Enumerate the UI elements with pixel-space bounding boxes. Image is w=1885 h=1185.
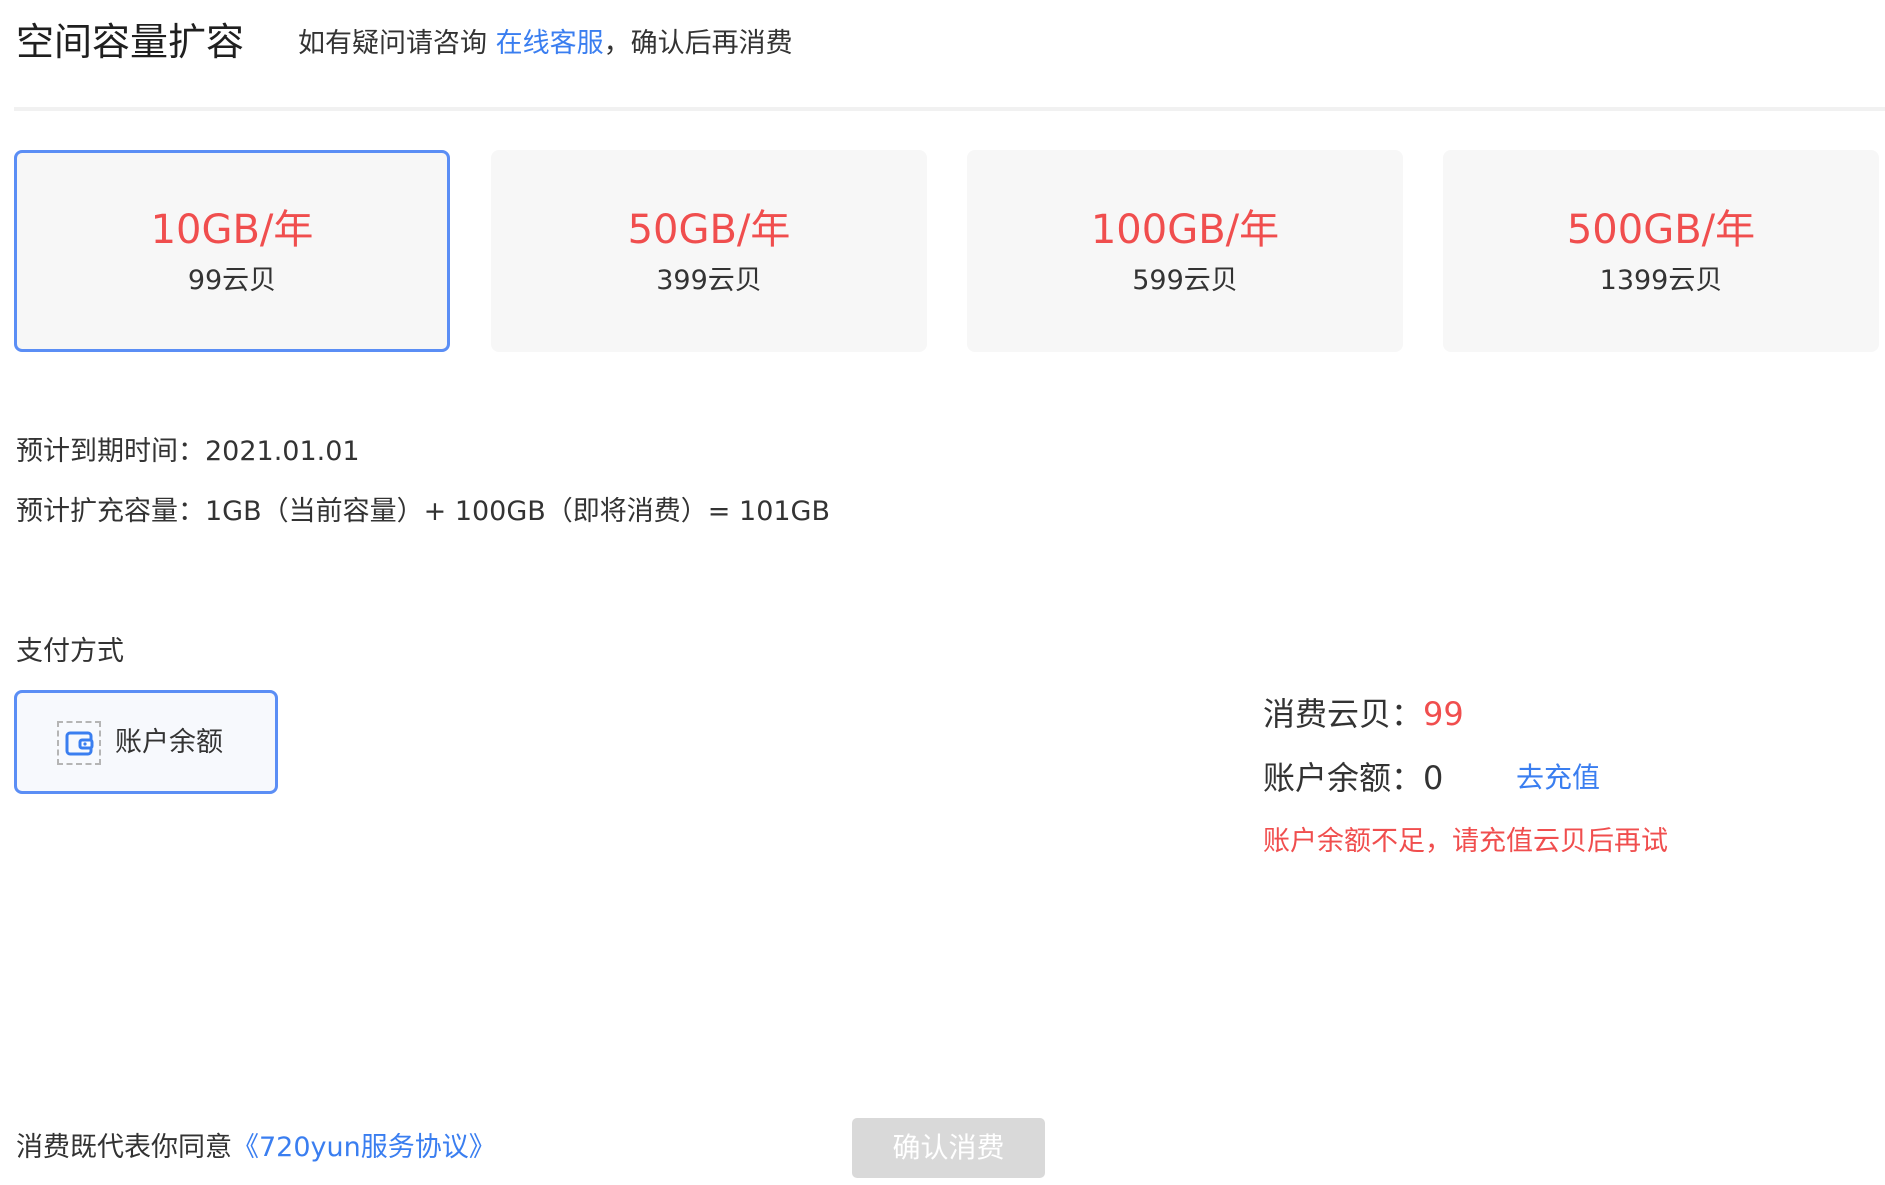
plan-price: 99云贝 [187, 265, 277, 296]
plan-price: 1399云贝 [1599, 265, 1723, 296]
capacity-value: 1GB（当前容量）+ 100GB（即将消费）= 101GB [205, 496, 830, 527]
online-support-link[interactable]: 在线客服 [496, 28, 604, 59]
agreement-prefix: 消费既代表你同意 [16, 1132, 232, 1163]
balance-value: 0 [1423, 759, 1444, 797]
notice-suffix: ，确认后再消费 [603, 28, 793, 59]
plan-card-500gb[interactable]: 500GB/年 1399云贝 [1443, 150, 1879, 352]
cost-row: 消费云贝：99 [1263, 692, 1464, 736]
cost-value: 99 [1423, 695, 1464, 733]
header-divider [14, 107, 1885, 111]
plan-price: 399云贝 [656, 265, 762, 296]
capacity-label: 预计扩充容量： [16, 496, 205, 527]
confirm-purchase-button[interactable]: 确认消费 [852, 1118, 1045, 1178]
cost-label: 消费云贝： [1263, 695, 1424, 733]
expiry-info: 预计到期时间：2021.01.01 [16, 432, 360, 472]
plan-price: 599云贝 [1132, 265, 1238, 296]
recharge-link[interactable]: 去充值 [1516, 758, 1600, 798]
plan-size: 50GB/年 [627, 207, 791, 253]
page-title: 空间容量扩容 [16, 20, 245, 64]
capacity-info: 预计扩充容量：1GB（当前容量）+ 100GB（即将消费）= 101GB [16, 492, 830, 532]
wallet-icon [57, 721, 101, 765]
insufficient-balance-warning: 账户余额不足，请充值云贝后再试 [1263, 826, 1668, 857]
plan-size: 10GB/年 [150, 207, 314, 253]
plan-size: 100GB/年 [1090, 207, 1280, 253]
expiry-label: 预计到期时间： [16, 436, 205, 467]
plan-size: 500GB/年 [1566, 207, 1756, 253]
payment-method-balance[interactable]: 账户余额 [14, 690, 278, 794]
plan-card-10gb[interactable]: 10GB/年 99云贝 [14, 150, 450, 352]
payment-method-label: 账户余额 [115, 727, 223, 758]
payment-section-label: 支付方式 [16, 636, 124, 667]
balance-label: 账户余额： [1263, 759, 1424, 797]
service-agreement-link[interactable]: 《720yun服务协议》 [232, 1132, 496, 1163]
help-notice: 如有疑问请咨询 在线客服，确认后再消费 [298, 24, 793, 64]
balance-row: 账户余额：0 [1263, 756, 1443, 800]
plan-card-50gb[interactable]: 50GB/年 399云贝 [491, 150, 927, 352]
agreement-text: 消费既代表你同意《720yun服务协议》 [16, 1128, 496, 1168]
plan-card-100gb[interactable]: 100GB/年 599云贝 [967, 150, 1403, 352]
expiry-value: 2021.01.01 [205, 436, 360, 467]
notice-prefix: 如有疑问请咨询 [298, 28, 496, 59]
